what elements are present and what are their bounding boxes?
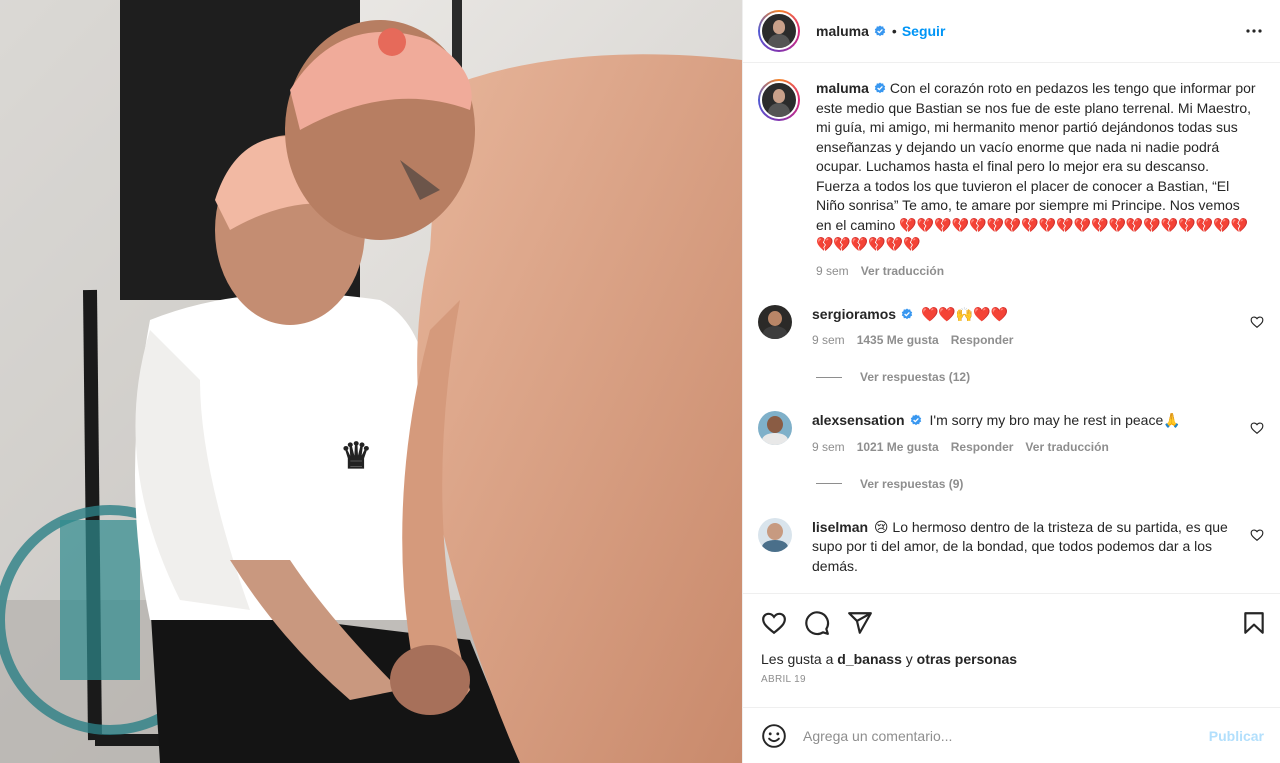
author-avatar[interactable] [758,10,800,52]
comment-username[interactable]: alexsensation [812,412,905,428]
verified-badge-icon [910,414,921,426]
caption-text: Con el corazón roto en pedazos les tengo… [816,80,1256,233]
comment-time[interactable]: 9 sem [812,333,845,347]
view-replies-label: Ver respuestas (9) [860,476,964,491]
caption-translate-button[interactable]: Ver traducción [861,264,944,278]
post-header: maluma • Seguir [743,0,1280,63]
comment-likes[interactable]: 1435 Me gusta [857,333,939,347]
replies-line [816,376,842,378]
post-caption: maluma Con el corazón roto en pedazos le… [758,79,1264,278]
comment-text: I'm sorry my bro may he rest in peace🙏 [929,412,1181,428]
heart-icon[interactable] [1250,528,1264,542]
caption-author-avatar[interactable] [758,79,800,121]
heart-icon[interactable] [1250,421,1264,435]
caption-time[interactable]: 9 sem [816,264,849,278]
likes-prefix: Les gusta a [761,651,838,667]
commenter-avatar[interactable] [758,517,792,552]
comment-icon[interactable] [804,610,830,636]
post-side-panel: maluma • Seguir maluma Con el corazón ro… [742,0,1280,763]
share-icon[interactable] [847,610,873,636]
caption-username[interactable]: maluma [816,80,869,96]
comment-text: ❤️❤️🙌❤️❤️ [920,305,1009,322]
svg-text:♛: ♛ [340,435,372,476]
post-date[interactable]: ABRIL 19 [743,667,1280,695]
author-username[interactable]: maluma [816,23,869,39]
more-options-icon[interactable] [1242,19,1266,43]
verified-badge-icon [901,308,913,319]
verified-badge-icon [874,25,886,37]
comment-item: alexsensation I'm sorry my bro may he re… [758,411,1264,454]
bookmark-icon[interactable] [1241,610,1267,636]
comment-username[interactable]: sergioramos [812,306,896,322]
caption-meta: 9 sem Ver traducción [816,264,1256,278]
verified-badge-icon [874,82,886,94]
follow-button[interactable]: Seguir [902,23,946,39]
post-photo[interactable]: ♛ [0,0,742,763]
comment-text-block: sergioramos ❤️❤️🙌❤️❤️ [812,305,1242,325]
comment-text: 😢 Lo hermoso dentro de la tristeza de su… [812,518,1228,574]
likes-middle: y [901,651,917,667]
commenter-avatar[interactable] [758,304,792,339]
comments-scroll-area[interactable]: maluma Con el corazón roto en pedazos le… [743,63,1280,593]
likes-user[interactable]: d_banass [837,651,902,667]
comment-item: sergioramos ❤️❤️🙌❤️❤️ 9 sem 1435 Me gust… [758,304,1264,347]
reply-button[interactable]: Responder [951,440,1014,454]
comment-text-block: alexsensation I'm sorry my bro may he re… [812,411,1242,431]
post-comment-button[interactable]: Publicar [1209,728,1264,744]
comment-time[interactable]: 9 sem [812,440,845,454]
commenter-avatar[interactable] [758,411,792,445]
comment-item: liselman 😢 Lo hermoso dentro de la trist… [758,517,1264,577]
header-separator: • [891,23,897,39]
comment-likes[interactable]: 1021 Me gusta [857,440,939,454]
view-replies-button[interactable]: Ver respuestas (9) [816,477,1264,491]
heart-icon[interactable] [1250,315,1264,329]
post-photo-illustration: ♛ [0,0,742,763]
comment-meta: 9 sem 1435 Me gusta Responder [812,333,1242,347]
comment-meta: 9 sem 1021 Me gusta Responder Ver traduc… [812,440,1242,454]
post-actions [743,593,1280,651]
add-comment-bar: Publicar [743,707,1280,763]
add-comment-input[interactable] [803,727,1209,744]
likes-summary: Les gusta a d_banass y otras personas [743,651,1280,667]
comment-username[interactable]: liselman [812,519,868,535]
heart-icon[interactable] [761,610,787,636]
view-replies-button[interactable]: Ver respuestas (12) [816,370,1264,384]
reply-button[interactable]: Responder [951,333,1014,347]
comment-translate-button[interactable]: Ver traducción [1025,440,1108,454]
emoji-icon[interactable] [761,723,787,749]
replies-line [816,483,842,484]
comment-text-block: liselman 😢 Lo hermoso dentro de la trist… [812,518,1242,577]
instagram-post-modal: ♛ maluma • Seguir maluma Con el corazón … [0,0,1280,763]
view-replies-label: Ver respuestas (12) [860,370,971,384]
likes-others[interactable]: otras personas [917,651,1017,667]
caption-text-block: maluma Con el corazón roto en pedazos le… [816,79,1256,255]
